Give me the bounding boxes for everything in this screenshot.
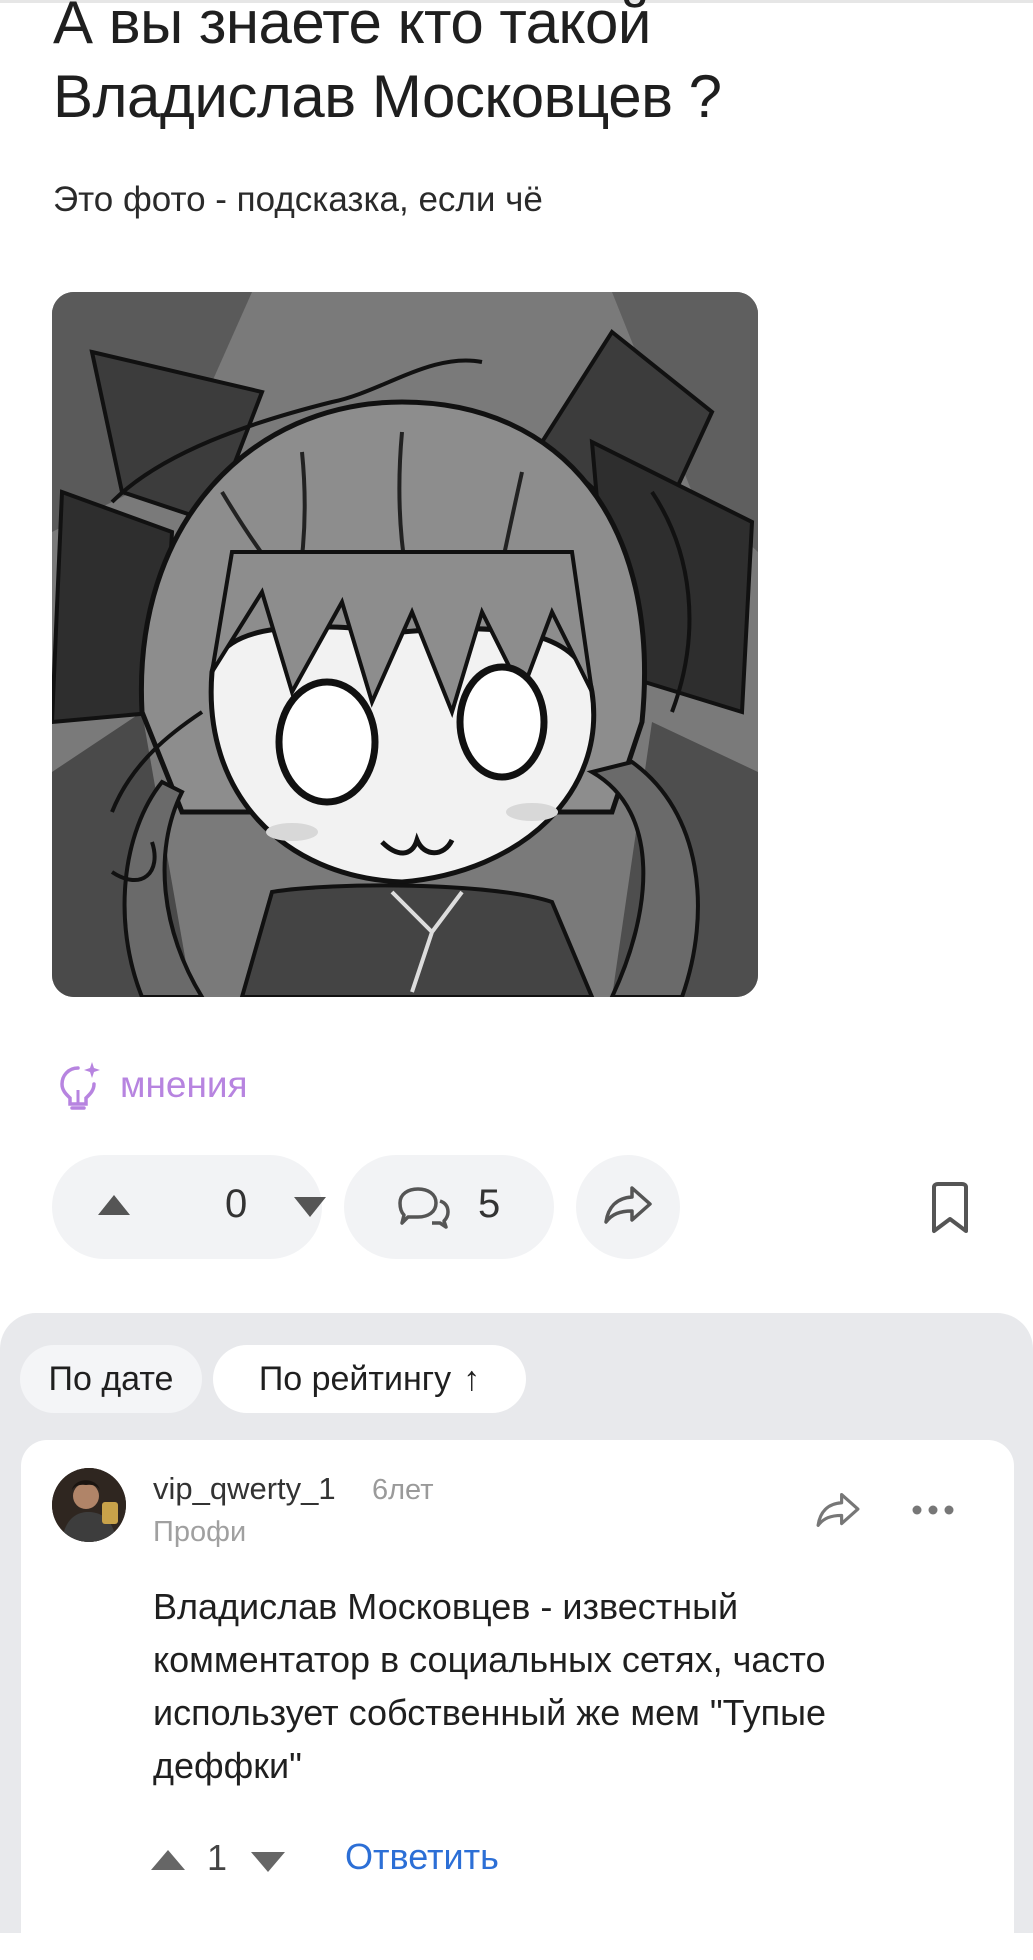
- post-image[interactable]: [52, 292, 758, 997]
- topic-tag[interactable]: мнения: [58, 1060, 248, 1110]
- vote-control: 0: [52, 1155, 326, 1259]
- comments-button[interactable]: 5: [344, 1155, 554, 1259]
- comments-icon: [396, 1185, 452, 1236]
- user-rank: Профи: [153, 1516, 247, 1548]
- arrow-up-icon: ↑: [463, 1359, 481, 1398]
- vote-count: 0: [225, 1182, 248, 1226]
- comment-downvote-icon[interactable]: [250, 1851, 286, 1878]
- post-title: А вы знаете кто такой Владислав Московце…: [53, 0, 722, 130]
- more-options-icon[interactable]: [912, 1503, 954, 1521]
- comment-count: 5: [478, 1182, 501, 1226]
- comment-rating: 1: [207, 1837, 228, 1878]
- avatar[interactable]: [52, 1468, 126, 1542]
- sort-by-rating-label: По рейтингу: [258, 1359, 452, 1398]
- post-subtitle: Это фото - подсказка, если чё: [53, 180, 543, 219]
- upvote-icon[interactable]: [96, 1193, 132, 1222]
- comment-upvote-icon[interactable]: [150, 1849, 186, 1876]
- sort-by-rating-button[interactable]: По рейтингу ↑: [213, 1345, 526, 1413]
- comment-username[interactable]: vip_qwerty_1: [153, 1471, 336, 1507]
- share-arrow-icon: [602, 1184, 654, 1231]
- topic-tag-label: мнения: [120, 1064, 248, 1105]
- sort-by-date-label: По дате: [48, 1359, 174, 1398]
- comment-time: 6лет: [372, 1474, 434, 1506]
- comment-text: Владислав Московцев - известный коммента…: [153, 1586, 826, 1786]
- comment-share-icon[interactable]: [814, 1491, 862, 1534]
- reply-button[interactable]: Ответить: [345, 1836, 499, 1878]
- share-button[interactable]: [576, 1155, 680, 1259]
- lightbulb-sparkle-icon: [58, 1060, 102, 1110]
- bookmark-icon[interactable]: [928, 1181, 972, 1240]
- sort-by-date-button[interactable]: По дате: [20, 1345, 202, 1413]
- downvote-icon[interactable]: [292, 1195, 328, 1224]
